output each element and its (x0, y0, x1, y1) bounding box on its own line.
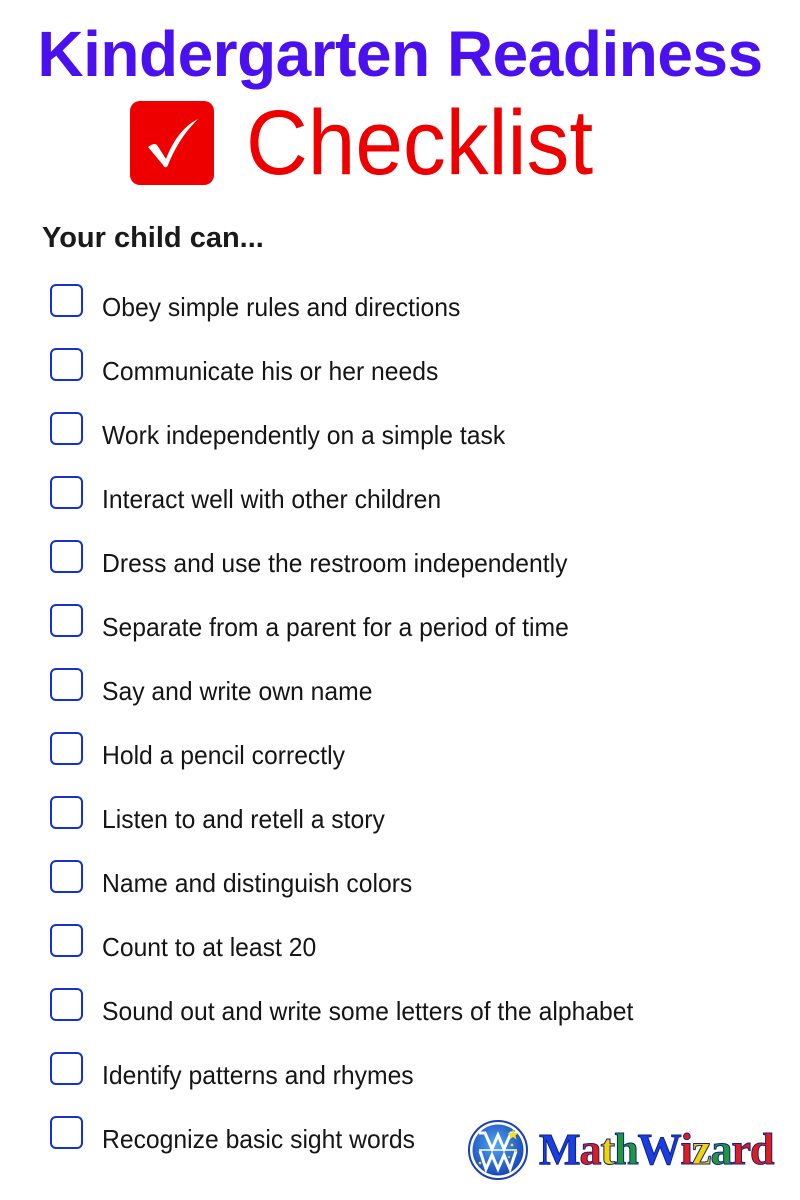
checklist-item: Identify patterns and rhymes (50, 1052, 661, 1116)
subtitle-row: Checklist (130, 92, 619, 194)
page-subtitle: Checklist (246, 92, 594, 194)
checklist-item-label: Name and distinguish colors (102, 868, 413, 898)
checklist-item: Work independently on a simple task (50, 412, 661, 476)
checklist-item-label: Identify patterns and rhymes (102, 1060, 414, 1090)
checklist-item-label: Say and write own name (102, 676, 373, 706)
logo-letter: a (710, 1125, 733, 1175)
checkbox[interactable] (50, 1116, 83, 1149)
checkbox[interactable] (50, 284, 83, 317)
logo-letter: i (680, 1125, 693, 1175)
checklist-item-label: Recognize basic sight words (102, 1124, 416, 1154)
checkmark-icon (130, 101, 214, 185)
logo-letter: z (691, 1125, 711, 1175)
checklist-item: Hold a pencil correctly (50, 732, 661, 796)
checkbox[interactable] (50, 924, 83, 957)
checklist-item: Sound out and write some letters of the … (50, 988, 661, 1052)
checklist-item-label: Sound out and write some letters of the … (102, 996, 634, 1026)
checklist-item-label: Work independently on a simple task (102, 420, 506, 450)
checklist-item: Listen to and retell a story (50, 796, 661, 860)
checklist: Obey simple rules and directions Communic… (50, 284, 661, 1180)
checklist-item: Communicate his or her needs (50, 348, 661, 412)
checklist-item: Interact well with other children (50, 476, 661, 540)
checklist-item: Separate from a parent for a period of t… (50, 604, 661, 668)
logo-letter: M (539, 1125, 582, 1175)
checkbox[interactable] (50, 988, 83, 1021)
checklist-item-label: Listen to and retell a story (102, 804, 385, 834)
checkbox[interactable] (50, 668, 83, 701)
checkbox[interactable] (50, 860, 83, 893)
page-title: Kindergarten Readiness (37, 18, 763, 90)
checkbox[interactable] (50, 732, 83, 765)
lead-heading: Your child can... (42, 222, 264, 254)
logo-letter: a (579, 1125, 602, 1175)
checkbox[interactable] (50, 476, 83, 509)
checklist-item-label: Hold a pencil correctly (102, 740, 345, 770)
checklist-item-label: Obey simple rules and directions (102, 292, 461, 322)
checkbox[interactable] (50, 796, 83, 829)
checklist-item-label: Separate from a parent for a period of t… (102, 612, 569, 642)
checkbox[interactable] (50, 348, 83, 381)
checklist-item: Obey simple rules and directions (50, 284, 661, 348)
mw-emblem-icon (468, 1120, 528, 1180)
logo-letter: W (637, 1125, 682, 1175)
checkbox[interactable] (50, 412, 83, 445)
checklist-item: Count to at least 20 (50, 924, 661, 988)
checkbox[interactable] (50, 604, 83, 637)
logo-letter: r (731, 1125, 751, 1175)
checklist-item-label: Communicate his or her needs (102, 356, 439, 386)
logo-letter: t (600, 1125, 616, 1175)
checklist-item-label: Interact well with other children (102, 484, 442, 514)
checkbox[interactable] (50, 540, 83, 573)
checklist-item: Name and distinguish colors (50, 860, 661, 924)
checklist-item-label: Dress and use the restroom independently (102, 548, 568, 578)
checklist-item-label: Count to at least 20 (102, 932, 317, 962)
checklist-item: Say and write own name (50, 668, 661, 732)
checkbox[interactable] (50, 1052, 83, 1085)
logo-letter: h (614, 1125, 640, 1175)
checklist-item: Dress and use the restroom independently (50, 540, 661, 604)
logo-wordmark: MathWizard (539, 1125, 775, 1175)
mathwizard-logo: MathWizard (467, 1118, 775, 1182)
logo-letter: d (749, 1125, 775, 1175)
